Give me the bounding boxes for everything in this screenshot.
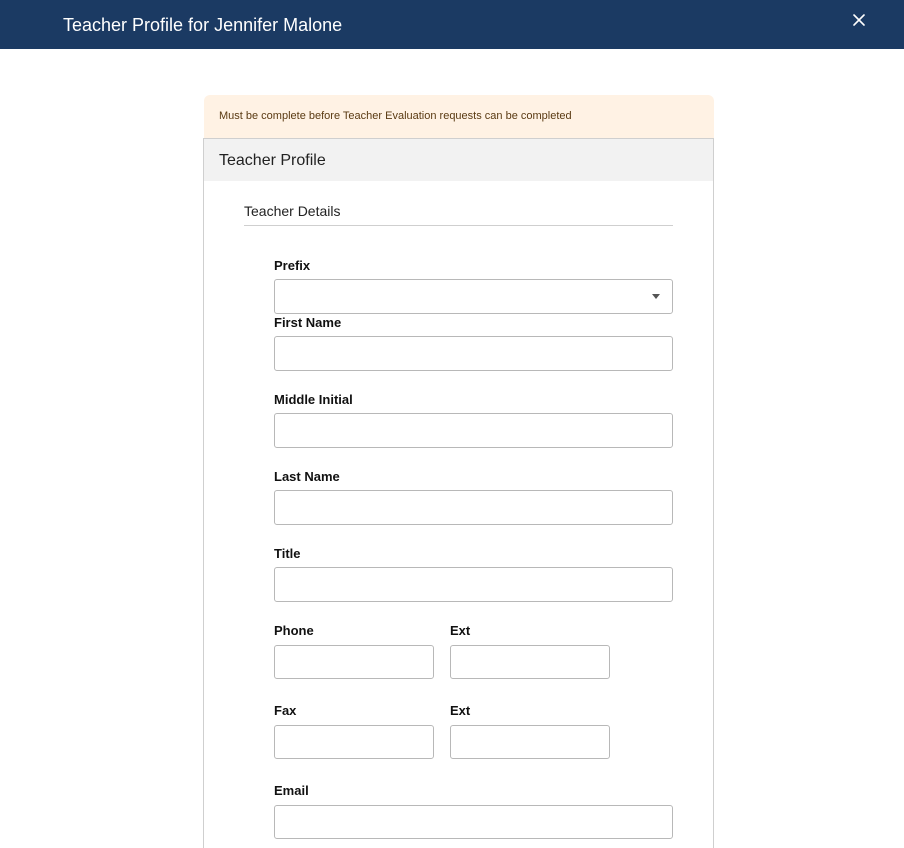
first-name-label: First Name <box>274 315 342 330</box>
section-title-teacher-details: Teacher Details <box>244 203 341 219</box>
middle-initial-input[interactable] <box>274 413 673 448</box>
fax-input[interactable] <box>274 725 434 759</box>
last-name-label: Last Name <box>274 469 340 484</box>
email-input[interactable] <box>274 805 673 839</box>
prefix-label: Prefix <box>274 258 311 273</box>
phone-ext-label: Ext <box>450 623 471 638</box>
middle-initial-label: Middle Initial <box>274 392 353 407</box>
panel-header: Teacher Profile <box>204 139 713 181</box>
close-icon <box>853 14 865 26</box>
completion-notice: Must be complete before Teacher Evaluati… <box>204 95 714 138</box>
chevron-down-icon <box>652 294 660 299</box>
fax-ext-label: Ext <box>450 703 471 718</box>
title-label: Title <box>274 546 301 561</box>
teacher-profile-panel: Teacher Profile Teacher Details Prefix F… <box>203 138 714 848</box>
notice-text: Must be complete before Teacher Evaluati… <box>219 110 572 122</box>
modal-title: Teacher Profile for Jennifer Malone <box>63 15 343 35</box>
phone-ext-input[interactable] <box>450 645 610 679</box>
phone-label: Phone <box>274 623 314 638</box>
title-input[interactable] <box>274 567 673 602</box>
fax-label: Fax <box>274 703 297 718</box>
first-name-input[interactable] <box>274 336 673 371</box>
modal-header: Teacher Profile for Jennifer Malone <box>0 0 904 49</box>
prefix-select[interactable] <box>274 279 673 314</box>
fax-ext-input[interactable] <box>450 725 610 759</box>
section-divider <box>244 225 673 226</box>
close-button[interactable] <box>848 9 870 31</box>
last-name-input[interactable] <box>274 490 673 525</box>
phone-input[interactable] <box>274 645 434 679</box>
email-label: Email <box>274 783 309 798</box>
panel-title: Teacher Profile <box>219 152 326 169</box>
